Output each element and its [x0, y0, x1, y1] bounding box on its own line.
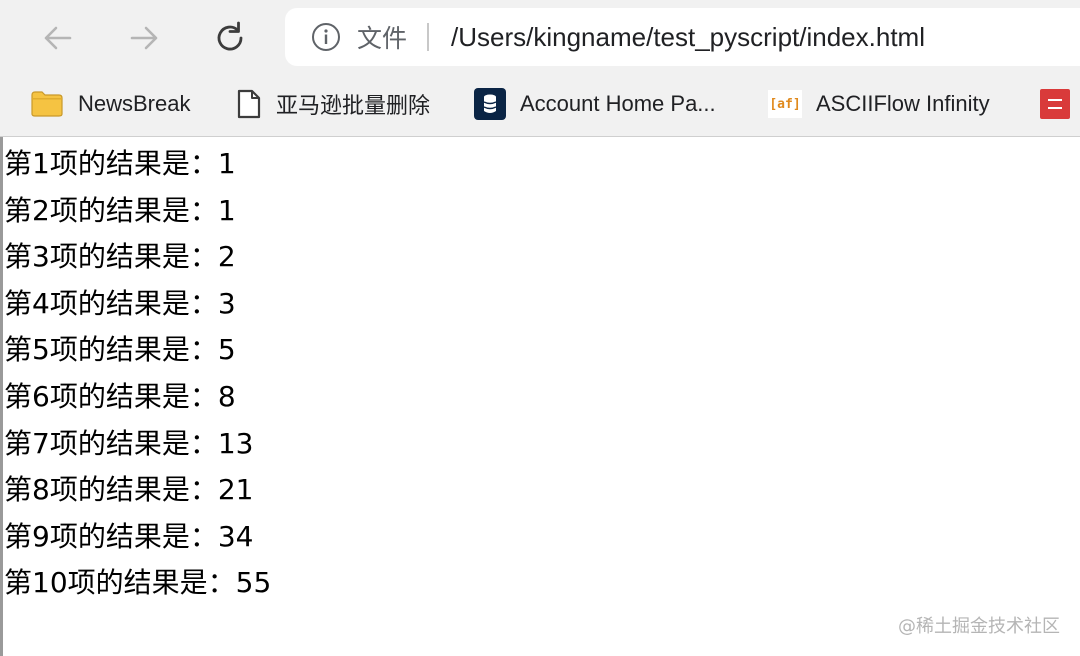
asciiflow-icon: [af]: [768, 90, 802, 118]
result-value: 1: [217, 147, 236, 180]
result-value: 21: [217, 473, 254, 507]
result-line: 第5项的结果是：5: [4, 327, 1074, 374]
bookmark-newsbreak[interactable]: NewsBreak: [30, 82, 190, 126]
result-value: 34: [217, 519, 254, 553]
result-value: 3: [217, 286, 236, 320]
result-label: 第6项的结果是：: [4, 379, 218, 413]
bookmark-red[interactable]: [1040, 82, 1070, 126]
result-line: 第6项的结果是：8: [4, 374, 1074, 421]
result-line: 第3项的结果是：2: [4, 234, 1074, 281]
result-value: 1: [217, 193, 236, 227]
result-value: 55: [235, 566, 272, 600]
url-text[interactable]: /Users/kingname/test_pyscript/index.html: [451, 22, 925, 53]
folder-icon: [31, 91, 63, 117]
address-bar[interactable]: 文件 /Users/kingname/test_pyscript/index.h…: [285, 8, 1080, 66]
back-button[interactable]: [36, 16, 80, 60]
page-content: 第1项的结果是：1 第2项的结果是：1 第3项的结果是：2 第4项的结果是：3 …: [4, 141, 1074, 607]
browser-toolbar: 文件 /Users/kingname/test_pyscript/index.h…: [0, 0, 1080, 72]
reload-button[interactable]: [208, 16, 252, 60]
result-line: 第9项的结果是：34: [4, 514, 1074, 561]
bookmarks-bar: NewsBreak 亚马逊批量删除 Account Home Pa... [af…: [0, 72, 1080, 137]
result-label: 第10项的结果是：: [4, 566, 236, 600]
bookmark-amazon-delete[interactable]: 亚马逊批量删除: [236, 82, 430, 126]
info-icon[interactable]: [311, 22, 341, 52]
result-line: 第2项的结果是：1: [4, 188, 1074, 235]
bookmark-label: 亚马逊批量删除: [276, 94, 431, 119]
database-icon: [474, 88, 506, 120]
result-value: 5: [217, 333, 236, 367]
result-line: 第7项的结果是：13: [4, 421, 1074, 468]
bookmark-label: Account Home Pa...: [520, 91, 716, 116]
watermark: @稀土掘金技术社区: [898, 616, 1060, 637]
result-label: 第8项的结果是：: [4, 473, 218, 507]
red-bookmark-icon: [1040, 89, 1070, 119]
result-label: 第3项的结果是：: [4, 240, 218, 274]
result-label: 第5项的结果是：: [4, 333, 218, 367]
result-value: 13: [217, 426, 254, 460]
result-label: 第9项的结果是：: [4, 519, 218, 553]
arrow-right-icon: [130, 26, 158, 50]
bookmark-label: NewsBreak: [78, 91, 191, 116]
result-label: 第4项的结果是：: [4, 286, 218, 320]
result-line: 第4项的结果是：3: [4, 281, 1074, 328]
result-value: 8: [217, 379, 236, 413]
result-line: 第10项的结果是：55: [4, 560, 1074, 607]
result-value: 2: [217, 240, 236, 274]
result-label: 第1项的结果是：: [4, 147, 218, 180]
result-line: 第8项的结果是：21: [4, 467, 1074, 514]
arrow-left-icon: [44, 26, 72, 50]
result-label: 第7项的结果是：: [4, 426, 218, 460]
bookmark-account-home[interactable]: Account Home Pa...: [474, 82, 716, 126]
reload-icon: [217, 21, 243, 51]
bookmark-asciiflow[interactable]: [af] ASCIIFlow Infinity: [768, 82, 990, 126]
page-icon: [237, 89, 261, 119]
url-divider: [427, 23, 430, 51]
forward-button[interactable]: [122, 16, 166, 60]
result-line: 第1项的结果是：1: [4, 141, 1074, 188]
url-scheme-label: 文件: [357, 24, 408, 53]
browser-window: 文件 /Users/kingname/test_pyscript/index.h…: [0, 0, 1080, 656]
result-label: 第2项的结果是：: [4, 193, 218, 227]
bookmark-label: ASCIIFlow Infinity: [816, 91, 990, 116]
